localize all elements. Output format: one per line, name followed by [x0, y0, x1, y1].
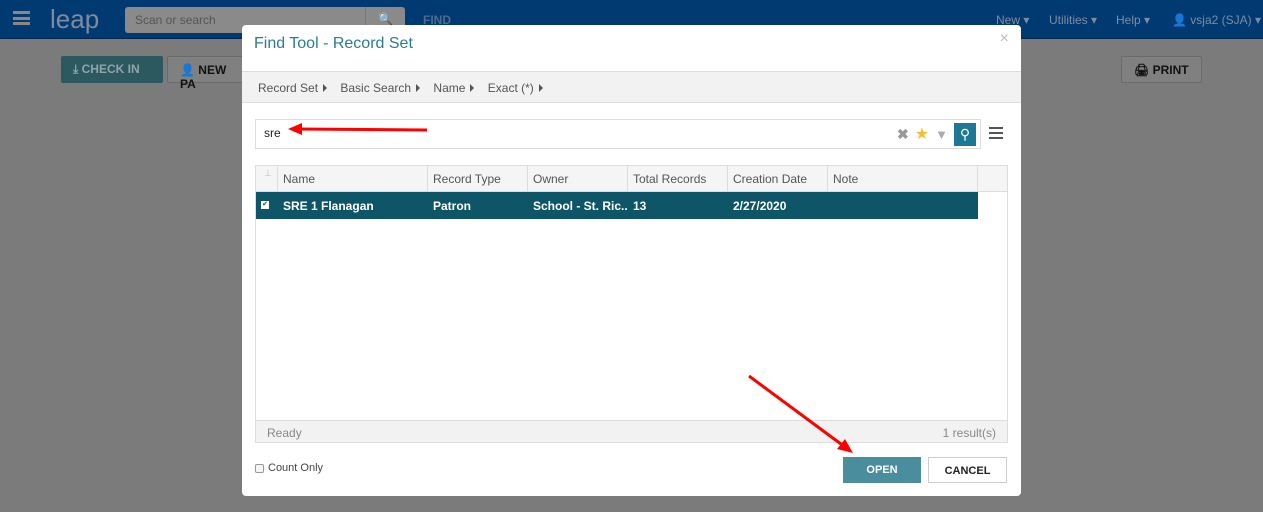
hamburger-menu-icon[interactable]: [13, 11, 30, 25]
breadcrumb-name[interactable]: Name: [433, 81, 475, 95]
menu-icon[interactable]: [989, 127, 1003, 139]
breadcrumb-record-set[interactable]: Record Set: [258, 81, 328, 95]
filter-icon[interactable]: ▼: [935, 127, 948, 142]
search-input[interactable]: sre: [255, 119, 981, 149]
checkbox[interactable]: [255, 463, 264, 473]
grid-header: ⊥ Name Record Type Owner Total Records C…: [256, 166, 1007, 192]
result-count: 1 result(s): [942, 426, 996, 440]
status-bar: Ready 1 result(s): [256, 420, 1007, 442]
count-only-label: Count Only: [268, 462, 324, 474]
cell-record-type: Patron: [433, 199, 472, 213]
user-icon: 👤: [1172, 13, 1187, 27]
cell-note: [828, 192, 978, 219]
breadcrumb-basic-search[interactable]: Basic Search: [340, 81, 421, 95]
star-icon[interactable]: ★: [915, 124, 929, 144]
find-tool-dialog: Find Tool - Record Set × Record Set Basi…: [242, 25, 1021, 496]
cell-name: SRE 1 Flanagan: [283, 199, 374, 213]
column-note[interactable]: Note: [828, 166, 978, 191]
clear-icon[interactable]: ✖: [897, 126, 909, 143]
user-menu[interactable]: 👤 vsja2 (SJA) ▾: [1172, 13, 1261, 27]
table-row[interactable]: ✔ SRE 1 Flanagan Patron School - St. Ric…: [256, 192, 978, 219]
column-total-records[interactable]: Total Records: [628, 166, 728, 191]
dialog-title: Find Tool - Record Set: [254, 35, 413, 52]
search-button[interactable]: ⚲: [953, 122, 976, 146]
cancel-button[interactable]: CANCEL: [928, 457, 1007, 483]
status-text: Ready: [267, 426, 302, 440]
search-icon: ⚲: [959, 125, 971, 142]
open-button[interactable]: OPEN: [843, 457, 921, 483]
row-checkbox[interactable]: ✔: [256, 192, 278, 219]
nav-utilities[interactable]: Utilities ▾: [1049, 13, 1097, 27]
logo: leap: [50, 4, 100, 34]
column-owner[interactable]: Owner: [528, 166, 628, 191]
new-patron-button[interactable]: 👤 NEW PA: [167, 56, 247, 91]
close-icon[interactable]: ×: [1000, 30, 1009, 48]
print-button[interactable]: 🖨 PRINT: [1121, 56, 1202, 83]
breadcrumb: Record Set Basic Search Name Exact (*): [242, 71, 1021, 103]
column-record-type[interactable]: Record Type: [428, 166, 528, 191]
column-creation-date[interactable]: Creation Date: [728, 166, 828, 191]
results-grid: ⊥ Name Record Type Owner Total Records C…: [255, 165, 1008, 443]
breadcrumb-exact[interactable]: Exact (*): [488, 81, 543, 95]
column-name[interactable]: Name: [278, 166, 428, 191]
pin-icon[interactable]: ⊥: [256, 166, 278, 191]
count-only-checkbox[interactable]: Count Only: [255, 462, 323, 474]
cell-creation-date: 2/27/2020: [733, 199, 787, 213]
cell-total-records: 13: [633, 199, 647, 213]
nav-help[interactable]: Help ▾: [1116, 13, 1150, 27]
check-in-button[interactable]: ⤓ CHECK IN: [61, 56, 163, 83]
cell-owner: School - St. Ric...: [533, 199, 628, 213]
